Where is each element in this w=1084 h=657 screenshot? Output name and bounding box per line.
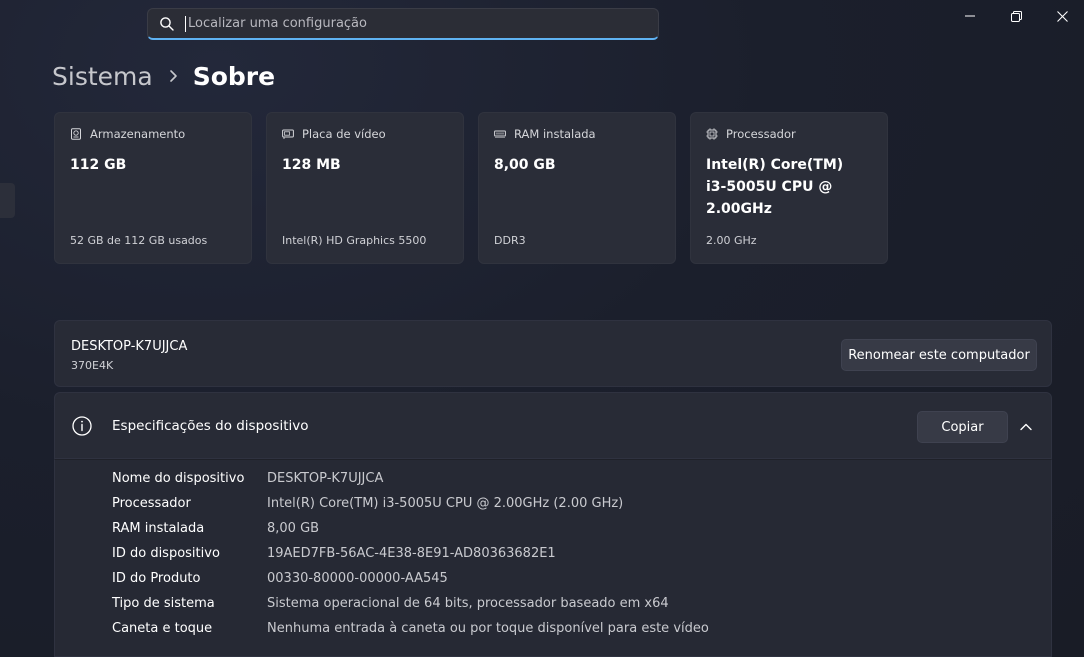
breadcrumb-parent-link[interactable]: Sistema: [52, 62, 153, 91]
copy-button[interactable]: Copiar: [917, 411, 1008, 443]
spec-row: Nome do dispositivo DESKTOP-K7UJJCA: [112, 471, 383, 491]
search-box[interactable]: [147, 8, 659, 40]
tile-value: 112 GB: [70, 157, 127, 173]
breadcrumb: Sistema Sobre: [52, 58, 275, 94]
close-button[interactable]: [1039, 0, 1084, 32]
device-specs-list: Nome do dispositivo DESKTOP-K7UJJCA Proc…: [54, 459, 1052, 657]
tile-subtext: DDR3: [494, 234, 526, 247]
processor-tile: Processador Intel(R) Core(TM) i3-5005U C…: [690, 112, 888, 264]
storage-icon: [71, 128, 81, 140]
tile-value-line: Intel(R) Core(TM): [706, 157, 844, 173]
spec-row: ID do dispositivo 19AED7FB-56AC-4E38-8E9…: [112, 546, 556, 566]
tile-value: Intel(R) Core(TM) i3-5005U CPU @ 2.00GHz: [706, 154, 872, 220]
spec-label: Tipo de sistema: [112, 596, 215, 611]
chevron-right-icon: [169, 69, 179, 83]
spec-value: 00330-80000-00000-AA545: [267, 571, 448, 586]
info-icon: [72, 416, 92, 436]
restore-icon: [1010, 10, 1022, 22]
spec-label: Processador: [112, 496, 191, 511]
spec-value: 8,00 GB: [267, 521, 320, 536]
spec-row: ID do Produto 00330-80000-00000-AA545: [112, 571, 448, 591]
tile-label: Placa de vídeo: [302, 127, 386, 141]
rename-pc-button[interactable]: Renomear este computador: [841, 339, 1037, 371]
device-model: 370E4K: [71, 359, 114, 372]
spec-row: Tipo de sistema Sistema operacional de 6…: [112, 596, 669, 616]
tile-subtext: 2.00 GHz: [706, 234, 757, 247]
minimize-icon: [965, 15, 975, 17]
tile-label: Processador: [726, 127, 796, 141]
spec-value: Nenhuma entrada à caneta ou por toque di…: [267, 621, 709, 636]
device-specs-header[interactable]: Especificações do dispositivo Copiar: [54, 392, 1052, 459]
close-icon: [1056, 10, 1068, 22]
tile-value-line: i3-5005U CPU @: [706, 179, 833, 195]
chevron-up-icon[interactable]: [1018, 419, 1034, 435]
search-icon: [160, 16, 174, 31]
spec-value: 19AED7FB-56AC-4E38-8E91-AD80363682E1: [267, 546, 556, 561]
tile-value-line: 2.00GHz: [706, 201, 772, 217]
restore-button[interactable]: [993, 0, 1039, 32]
spec-label: ID do dispositivo: [112, 546, 220, 561]
tile-value: 8,00 GB: [494, 157, 556, 173]
text-caret: [185, 15, 186, 32]
nav-pane-handle[interactable]: [0, 183, 15, 218]
spec-label: ID do Produto: [112, 571, 201, 586]
tile-subtext: 52 GB de 112 GB usados: [70, 234, 208, 247]
device-name-card: DESKTOP-K7UJJCA 370E4K Renomear este com…: [54, 320, 1052, 387]
spec-value: DESKTOP-K7UJJCA: [267, 471, 384, 486]
cpu-icon: [706, 128, 718, 140]
minimize-button[interactable]: [947, 0, 993, 32]
spec-label: RAM instalada: [112, 521, 205, 536]
ram-icon: [494, 130, 506, 138]
gpu-icon: [282, 129, 294, 139]
page-title: Sobre: [192, 61, 276, 91]
storage-tile: Armazenamento 112 GB 52 GB de 112 GB usa…: [54, 112, 252, 264]
spec-label: Caneta e toque: [112, 621, 213, 636]
tile-value: 128 MB: [282, 157, 341, 173]
tile-label: Armazenamento: [90, 127, 186, 141]
spec-value: Sistema operacional de 64 bits, processa…: [267, 596, 669, 611]
device-name: DESKTOP-K7UJJCA: [71, 339, 188, 354]
search-input[interactable]: [188, 9, 658, 38]
tile-label: RAM instalada: [514, 127, 596, 141]
spec-value: Intel(R) Core(TM) i3-5005U CPU @ 2.00GHz…: [267, 496, 624, 511]
spec-row: RAM instalada 8,00 GB: [112, 521, 319, 541]
spec-label: Nome do dispositivo: [112, 471, 245, 486]
gpu-tile: Placa de vídeo 128 MB Intel(R) HD Graphi…: [266, 112, 464, 264]
spec-row: Processador Intel(R) Core(TM) i3-5005U C…: [112, 496, 623, 516]
spec-row: Caneta e toque Nenhuma entrada à caneta …: [112, 621, 709, 641]
specs-title: Especificações do dispositivo: [112, 418, 309, 434]
ram-tile: RAM instalada 8,00 GB DDR3: [478, 112, 676, 264]
tile-subtext: Intel(R) HD Graphics 5500: [282, 234, 427, 247]
settings-window: Sistema Sobre Armazenamento 112 GB 52 GB…: [0, 0, 1084, 657]
